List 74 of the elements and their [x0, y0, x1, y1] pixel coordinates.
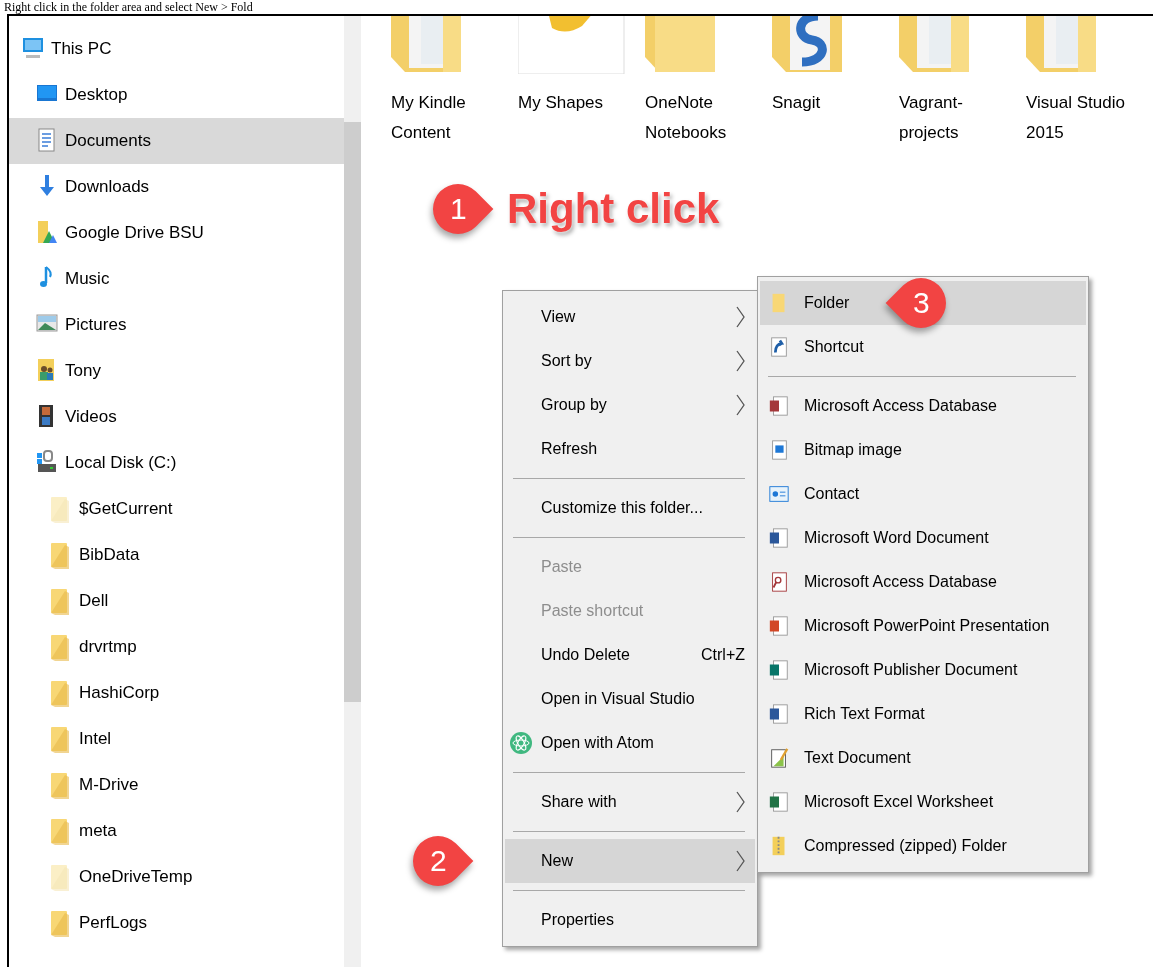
- scrollbar-thumb[interactable]: [344, 122, 361, 702]
- sidebar-item[interactable]: drvrtmp: [9, 624, 345, 670]
- folder-icon: [1026, 16, 1098, 74]
- file-name[interactable]: Visual Studio 2015: [1026, 88, 1136, 148]
- menu-item[interactable]: Microsoft PowerPoint Presentation: [760, 604, 1086, 648]
- menu-item[interactable]: Open in Visual Studio: [505, 677, 755, 721]
- menu-item[interactable]: Group by: [505, 383, 755, 427]
- sidebar-item[interactable]: Dell: [9, 578, 345, 624]
- menu-item[interactable]: Rich Text Format: [760, 692, 1086, 736]
- chevron-right-icon: [736, 791, 745, 813]
- chevron-right-icon: [736, 350, 745, 372]
- menu-item[interactable]: Refresh: [505, 427, 755, 471]
- menu-item[interactable]: Customize this folder...: [505, 486, 755, 530]
- menu-item[interactable]: Properties: [505, 898, 755, 942]
- sidebar-item[interactable]: Google Drive BSU: [9, 210, 345, 256]
- access-file-icon: [768, 395, 790, 417]
- menu-item[interactable]: Microsoft Access Database: [760, 560, 1086, 604]
- sidebar-item[interactable]: Documents: [9, 118, 345, 164]
- folder-icon: [645, 16, 717, 74]
- shortcut-icon: [768, 336, 790, 358]
- file-name[interactable]: My Shapes: [518, 88, 628, 118]
- menu-item[interactable]: Share with: [505, 780, 755, 824]
- excel-file-icon: [768, 791, 790, 813]
- scrollbar[interactable]: [344, 16, 361, 967]
- menu-item[interactable]: Microsoft Publisher Document: [760, 648, 1086, 692]
- sidebar-item[interactable]: Videos: [9, 394, 345, 440]
- text-file-icon: [768, 747, 790, 769]
- sidebar-item[interactable]: Music: [9, 256, 345, 302]
- chevron-right-icon: [736, 394, 745, 416]
- menu-item[interactable]: View: [505, 295, 755, 339]
- contact-file-icon: [768, 483, 790, 505]
- menu-item[interactable]: Microsoft Excel Worksheet: [760, 780, 1086, 824]
- shortcut-text: Ctrl+Z: [701, 646, 745, 664]
- file-name[interactable]: Vagrant-projects: [899, 88, 1009, 148]
- sidebar-item[interactable]: $GetCurrent: [9, 486, 345, 532]
- callout-text: Right click: [507, 185, 720, 233]
- menu-item[interactable]: Text Document: [760, 736, 1086, 780]
- menu-item[interactable]: Microsoft Word Document: [760, 516, 1086, 560]
- menu-item[interactable]: Bitmap image: [760, 428, 1086, 472]
- sidebar-item[interactable]: Local Disk (C:): [9, 440, 345, 486]
- menu-item[interactable]: Undo Delete Ctrl+Z: [505, 633, 755, 677]
- file-name[interactable]: Snagit: [772, 88, 882, 118]
- shapes-thumbnail-icon: [518, 16, 626, 74]
- publisher-file-icon: [768, 659, 790, 681]
- instruction-text: Right click in the folder area and select New > Fold: [3, 0, 254, 14]
- chevron-right-icon: [736, 306, 745, 328]
- sidebar-item[interactable]: OneDriveTemp: [9, 854, 345, 900]
- sidebar-item[interactable]: Desktop: [9, 72, 345, 118]
- menu-item[interactable]: Contact: [760, 472, 1086, 516]
- sidebar-item[interactable]: meta: [9, 808, 345, 854]
- sidebar-item[interactable]: PerfLogs: [9, 900, 345, 946]
- powerpoint-file-icon: [768, 615, 790, 637]
- sidebar-item[interactable]: Intel: [9, 716, 345, 762]
- word-file-icon: [768, 527, 790, 549]
- menu-item[interactable]: New: [505, 839, 755, 883]
- folder-icon: [391, 16, 463, 74]
- chevron-right-icon: [736, 850, 745, 872]
- atom-icon: [509, 731, 533, 755]
- sidebar-item[interactable]: Pictures: [9, 302, 345, 348]
- menu-item[interactable]: Compressed (zipped) Folder: [760, 824, 1086, 868]
- rtf-file-icon: [768, 703, 790, 725]
- menu-item[interactable]: Microsoft Access Database: [760, 384, 1086, 428]
- menu-item[interactable]: Sort by: [505, 339, 755, 383]
- menu-item[interactable]: Open with Atom: [505, 721, 755, 765]
- folder-icon: [899, 16, 971, 74]
- sidebar-item[interactable]: BibData: [9, 532, 345, 578]
- sidebar-item[interactable]: Tony: [9, 348, 345, 394]
- sidebar-item[interactable]: This PC: [9, 26, 345, 72]
- sidebar-item[interactable]: M-Drive: [9, 762, 345, 808]
- file-name[interactable]: OneNote Notebooks: [645, 88, 755, 148]
- sidebar-item[interactable]: Downloads: [9, 164, 345, 210]
- folder-icon: [772, 16, 844, 74]
- sidebar-item[interactable]: HashiCorp: [9, 670, 345, 716]
- file-name[interactable]: My Kindle Content: [391, 88, 501, 148]
